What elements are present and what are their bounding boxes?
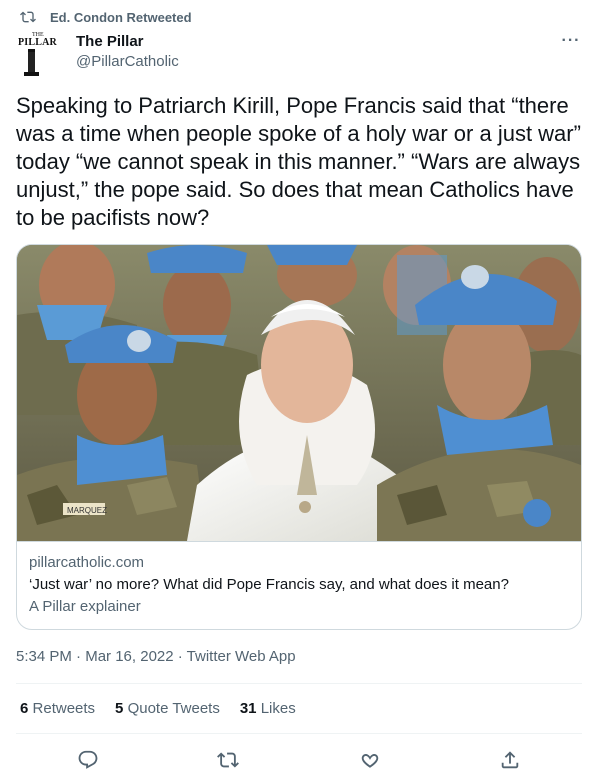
link-card[interactable]: MARQUEZ pillarcatholic.com ‘Just war’ no… <box>16 244 582 630</box>
card-domain: pillarcatholic.com <box>29 554 145 571</box>
divider <box>16 733 582 734</box>
reply-icon <box>78 750 98 769</box>
timestamp-date[interactable]: Mar 16, 2022 <box>85 648 173 665</box>
timestamp-separator: · <box>71 648 86 665</box>
likes-count: 31 <box>239 700 257 717</box>
tweet-actions <box>16 744 582 776</box>
more-icon: ··· <box>561 32 581 49</box>
like-icon <box>361 754 379 768</box>
retweet-icon <box>20 11 36 23</box>
retweet-banner[interactable]: Ed. Condon Retweeted <box>20 8 192 26</box>
like-button[interactable] <box>358 748 382 772</box>
retweet-banner-text[interactable]: Ed. Condon Retweeted <box>50 10 192 25</box>
more-options-button[interactable]: ··· <box>560 32 582 50</box>
tweet-timestamp[interactable]: 5:34 PM · Mar 16, 2022 · Twitter Web App <box>16 648 296 665</box>
avatar-logo-main: PILLAR <box>18 37 57 48</box>
retweets-label: Retweets <box>32 700 96 717</box>
pillar-base-icon <box>24 72 39 76</box>
quotes-count: 5 <box>115 700 124 717</box>
pillar-column-icon <box>28 49 35 74</box>
quotes-label: Quote Tweets <box>127 700 220 717</box>
stat-likes[interactable]: 31 Likes <box>240 700 296 717</box>
stat-quote-tweets[interactable]: 5 Quote Tweets <box>115 700 220 717</box>
avatar[interactable]: THE PILLAR <box>18 32 60 76</box>
author-handle[interactable]: @PillarCatholic <box>76 53 179 70</box>
card-meta[interactable]: pillarcatholic.com ‘Just war’ no more? W… <box>17 541 581 629</box>
tweet-text: Speaking to Patriarch Kirill, Pope Franc… <box>16 93 581 230</box>
card-description: A Pillar explainer <box>29 598 141 615</box>
tweet-stats: 6 Retweets 5 Quote Tweets 31 Likes <box>20 700 316 717</box>
retweet-button[interactable] <box>216 748 240 772</box>
name-tag: MARQUEZ <box>67 506 107 515</box>
card-image[interactable]: MARQUEZ <box>17 245 581 541</box>
stat-retweets[interactable]: 6 Retweets <box>20 700 95 717</box>
retweet-icon <box>217 752 239 768</box>
retweets-count: 6 <box>20 700 29 717</box>
tweet-author: THE PILLAR The Pillar @PillarCatholic ··… <box>16 30 582 76</box>
share-button[interactable] <box>498 748 522 772</box>
card-photo: MARQUEZ <box>17 245 581 541</box>
likes-label: Likes <box>260 700 296 717</box>
timestamp-client[interactable]: Twitter Web App <box>187 648 296 665</box>
share-icon <box>501 751 519 769</box>
divider <box>16 683 582 684</box>
timestamp-time[interactable]: 5:34 PM <box>16 648 72 665</box>
author-name[interactable]: The Pillar <box>76 33 144 50</box>
reply-button[interactable] <box>76 748 100 772</box>
timestamp-separator-2: · <box>173 648 187 665</box>
card-title: ‘Just war’ no more? What did Pope Franci… <box>29 576 509 593</box>
